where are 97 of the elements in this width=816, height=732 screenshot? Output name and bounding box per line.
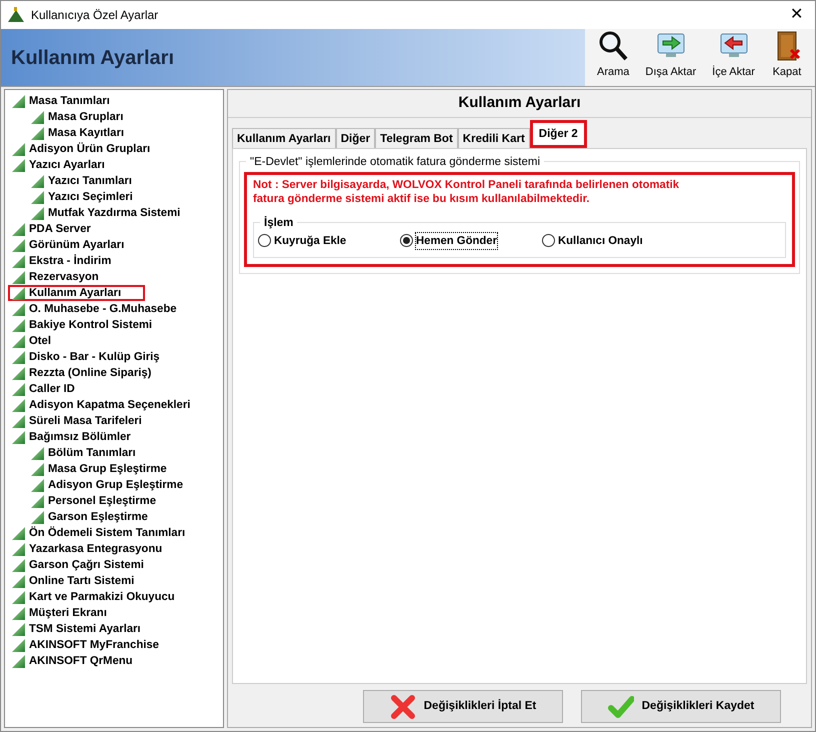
tree-node-icon	[31, 110, 44, 124]
tree-node-icon	[12, 286, 25, 300]
radio-option[interactable]: Kullanıcı Onaylı	[542, 232, 643, 250]
toolbar-button[interactable]: İçe Aktar	[710, 30, 757, 80]
tree-item[interactable]: Süreli Masa Tarifeleri	[8, 413, 146, 429]
tree-node-icon	[12, 158, 25, 172]
tree-item[interactable]: Yazarkasa Entegrasyonu	[8, 541, 166, 557]
radio-button[interactable]	[400, 234, 413, 248]
tree-item[interactable]: Masa Tanımları	[8, 93, 114, 109]
tree-item[interactable]: AKINSOFT MyFranchise	[8, 637, 163, 653]
tree-item[interactable]: O. Muhasebe - G.Muhasebe	[8, 301, 181, 317]
tree-item[interactable]: Garson Eşleştirme	[27, 509, 152, 525]
window-title: Kullanıcıya Özel Ayarlar	[31, 7, 158, 24]
tree-node-icon	[12, 574, 25, 588]
tab[interactable]: Kredili Kart	[458, 128, 530, 148]
toolbar-button[interactable]: Dışa Aktar	[643, 30, 698, 80]
tree-item[interactable]: Bakiye Kontrol Sistemi	[8, 317, 156, 333]
tree-item[interactable]: Garson Çağrı Sistemi	[8, 557, 148, 573]
panel-title: Kullanım Ayarları	[228, 90, 811, 118]
tree-item[interactable]: Yazıcı Tanımları	[27, 173, 136, 189]
tab[interactable]: Diğer 2	[530, 120, 587, 148]
tree-item[interactable]: Masa Grup Eşleştirme	[27, 461, 171, 477]
tree-node-icon	[12, 606, 25, 620]
tree-item[interactable]: Kart ve Parmakizi Okuyucu	[8, 589, 179, 605]
tree-item[interactable]: Caller ID	[8, 381, 79, 397]
tree-item[interactable]: Adisyon Kapatma Seçenekleri	[8, 397, 194, 413]
tree-item[interactable]: Rezzta (Online Sipariş)	[8, 365, 156, 381]
tree-item[interactable]: Ekstra - İndirim	[8, 253, 116, 269]
tree-node-icon	[31, 126, 44, 140]
tree-node-icon	[31, 494, 44, 508]
radio-button[interactable]	[258, 234, 271, 248]
tree-item[interactable]: Kullanım Ayarları	[8, 285, 146, 301]
tab[interactable]: Diğer	[336, 128, 376, 148]
tree-item[interactable]: Disko - Bar - Kulüp Giriş	[8, 349, 164, 365]
tree-item[interactable]: PDA Server	[8, 221, 95, 237]
radio-option[interactable]: Kuyruğa Ekle	[258, 232, 346, 250]
tree-node-icon	[12, 254, 25, 268]
tree-item[interactable]: Yazıcı Seçimleri	[27, 189, 137, 205]
tree-node-icon	[31, 462, 44, 476]
page-title: Kullanım Ayarları	[11, 46, 174, 70]
tree-node-icon	[31, 190, 44, 204]
tree-node-icon	[12, 222, 25, 236]
tree-node-icon	[31, 510, 44, 524]
tree-node-icon	[12, 350, 25, 364]
tree-item[interactable]: Rezervasyon	[8, 269, 103, 285]
tree-node-icon	[12, 334, 25, 348]
tree-item[interactable]: Bölüm Tanımları	[27, 445, 140, 461]
note-text: Not : Server bilgisayarda, WOLVOX Kontrol Paneli tarafında belirlenen otomatik fatura gönderme sistemi aktif ise bu kısım kullanılabilmektedir.	[253, 178, 680, 206]
tree-node-icon	[12, 238, 25, 252]
tree-node-icon	[31, 446, 44, 460]
check-icon	[608, 694, 634, 720]
tree-node-icon	[12, 638, 25, 652]
tree-item[interactable]: Masa Kayıtları	[27, 125, 128, 141]
tree-item[interactable]: AKINSOFT QrMenu	[8, 653, 137, 669]
tree-node-icon	[31, 206, 44, 220]
tree-item[interactable]: Adisyon Ürün Grupları	[8, 141, 154, 157]
tree-item[interactable]: TSM Sistemi Ayarları	[8, 621, 145, 637]
tree-node-icon	[12, 622, 25, 636]
tree-item[interactable]: Ön Ödemeli Sistem Tanımları	[8, 525, 190, 541]
tree-item[interactable]: Müşteri Ekranı	[8, 605, 111, 621]
tab[interactable]: Kullanım Ayarları	[232, 128, 336, 148]
tree-item[interactable]: Adisyon Grup Eşleştirme	[27, 477, 187, 493]
tree-node-icon	[12, 94, 25, 108]
app-logo-icon	[7, 7, 25, 23]
tree-item[interactable]: Personel Eşleştirme	[27, 493, 160, 509]
radio-option[interactable]: Hemen Gönder	[400, 232, 497, 250]
tree-node-icon	[12, 270, 25, 284]
tree-node-icon	[12, 318, 25, 332]
tab[interactable]: Telegram Bot	[375, 128, 458, 148]
tree-node-icon	[12, 526, 25, 540]
toolbar-button[interactable]: Arama	[595, 30, 632, 80]
tree-node-icon	[12, 430, 25, 444]
toolbar-button[interactable]: Kapat	[768, 30, 805, 80]
tree-item[interactable]: Masa Grupları	[27, 109, 128, 125]
tree-item[interactable]: Online Tartı Sistemi	[8, 573, 138, 589]
tree-node-icon	[12, 142, 25, 156]
tree-node-icon	[31, 174, 44, 188]
tree-node-icon	[12, 558, 25, 572]
action-button[interactable]: Değişiklikleri Kaydet	[581, 690, 781, 723]
tree-node-icon	[31, 478, 44, 492]
radio-button[interactable]	[542, 234, 555, 248]
tree-item[interactable]: Bağımsız Bölümler	[8, 429, 135, 445]
tree-node-icon	[12, 302, 25, 316]
cross-icon	[390, 694, 416, 720]
tree-node-icon	[12, 590, 25, 604]
tree-node-icon	[12, 366, 25, 380]
tree-item[interactable]: Otel	[8, 333, 55, 349]
tree-item[interactable]: Yazıcı Ayarları	[8, 157, 109, 173]
action-button[interactable]: Değişiklikleri İptal Et	[363, 690, 563, 723]
tree-item[interactable]: Görünüm Ayarları	[8, 237, 128, 253]
tree-node-icon	[12, 398, 25, 412]
tree-node-icon	[12, 654, 25, 668]
tree-node-icon	[12, 382, 25, 396]
tree-node-icon	[12, 414, 25, 428]
tree-item[interactable]: Mutfak Yazdırma Sistemi	[27, 205, 184, 221]
close-button[interactable]: ✕	[784, 3, 809, 27]
tree-node-icon	[12, 542, 25, 556]
